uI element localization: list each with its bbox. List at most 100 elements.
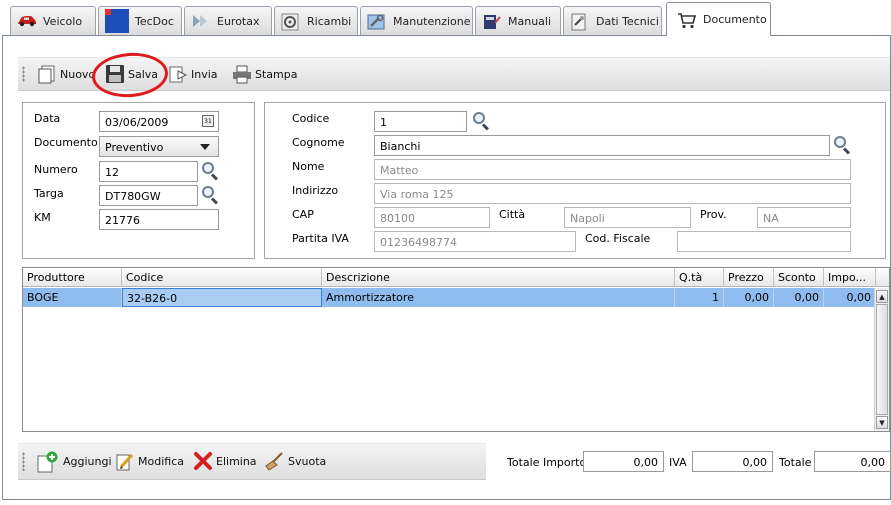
tab-label: Manuali <box>508 14 552 28</box>
surname-field[interactable]: Bianchi <box>374 135 830 156</box>
number-field[interactable]: 12 <box>99 161 198 182</box>
send-document-icon <box>168 64 188 84</box>
plate-field[interactable]: DT780GW <box>99 185 198 206</box>
vat-number-field[interactable]: 01236498774 <box>374 231 576 252</box>
total-amount-label: Totale Importo <box>507 456 587 469</box>
customer-info-group: Codice 1 Cognome Bianchi Nome Matteo Ind… <box>264 102 886 259</box>
tab-label: Dati Tecnici <box>596 14 659 28</box>
search-plate-icon[interactable] <box>200 185 220 205</box>
cap-field[interactable]: 80100 <box>374 207 490 228</box>
new-document-icon <box>37 64 57 84</box>
column-header-amount[interactable]: Impo... <box>824 268 876 287</box>
search-customer-code-icon[interactable] <box>471 111 491 131</box>
tab-label: TecDoc <box>135 14 174 28</box>
printer-icon <box>232 64 252 84</box>
code-label: Codice <box>292 112 330 125</box>
total-field[interactable]: 0,00 <box>814 451 891 472</box>
cell-quantity[interactable]: 1 <box>675 288 724 307</box>
vat-field[interactable]: 0,00 <box>692 451 773 472</box>
column-header-code[interactable]: Codice <box>122 268 322 287</box>
tab-label: Documento <box>703 13 767 26</box>
tab-manutenzione[interactable]: Manutenzione <box>360 6 473 35</box>
document-type-label: Documento <box>34 136 98 149</box>
tab-label: Veicolo <box>43 14 83 28</box>
total-amount-field[interactable]: 0,00 <box>583 451 664 472</box>
scroll-up-icon[interactable]: ▲ <box>876 290 888 303</box>
column-header-quantity[interactable]: Q.tà <box>675 268 724 287</box>
maintenance-icon <box>367 13 387 30</box>
address-label: Indirizzo <box>292 184 339 197</box>
items-grid: Produttore Codice Descrizione Q.tà Prezz… <box>22 267 890 432</box>
cell-discount[interactable]: 0,00 <box>774 288 824 307</box>
vat-label: IVA <box>669 456 687 469</box>
edit-button[interactable]: Modifica <box>115 451 184 471</box>
province-field[interactable]: NA <box>757 207 851 228</box>
search-surname-icon[interactable] <box>832 135 852 155</box>
new-button[interactable]: Nuovo <box>37 64 95 84</box>
tecdoc-logo-icon <box>105 9 129 33</box>
tab-label: Ricambi <box>307 14 352 28</box>
plate-label: Targa <box>34 187 64 200</box>
tax-code-label: Cod. Fiscale <box>585 232 651 245</box>
tab-documento[interactable]: Documento <box>666 2 771 36</box>
car-icon <box>17 13 37 29</box>
delete-button[interactable]: Elimina <box>193 451 257 471</box>
pencil-edit-icon <box>115 451 135 471</box>
cell-code[interactable]: 32-B26-0 <box>122 288 322 307</box>
city-label: Città <box>499 208 526 221</box>
document-info-group: Data 03/06/2009 31 Documento Preventivo … <box>22 102 255 259</box>
cell-description[interactable]: Ammortizzatore <box>322 288 675 307</box>
km-field[interactable]: 21776 <box>99 209 219 230</box>
vertical-scrollbar[interactable]: ▲ ▼ <box>874 288 889 431</box>
date-label: Data <box>34 112 61 125</box>
column-header-producer[interactable]: Produttore <box>23 268 122 287</box>
address-field[interactable]: Via roma 125 <box>374 183 851 204</box>
add-button[interactable]: Aggiungi <box>36 451 112 473</box>
tab-tecdoc[interactable]: TecDoc <box>98 6 182 35</box>
toolbar-grip[interactable] <box>22 66 25 82</box>
tab-eurotax[interactable]: Eurotax <box>184 6 272 35</box>
total-label: Totale <box>779 456 812 469</box>
table-row[interactable]: BOGE 32-B26-0 Ammortizzatore 1 0,00 0,00… <box>23 288 876 307</box>
toolbar-grip[interactable] <box>22 452 25 471</box>
cell-price[interactable]: 0,00 <box>724 288 774 307</box>
vat-number-label: Partita IVA <box>292 232 349 245</box>
tab-manuali[interactable]: Manuali <box>475 6 561 35</box>
calendar-icon[interactable]: 31 <box>202 115 214 127</box>
km-label: KM <box>34 211 51 224</box>
tax-code-field[interactable] <box>677 231 851 252</box>
tab-label: Eurotax <box>217 14 260 28</box>
tab-ricambi[interactable]: Ricambi <box>274 6 358 35</box>
red-x-delete-icon <box>193 451 213 471</box>
date-field[interactable]: 03/06/2009 31 <box>99 111 219 132</box>
clear-button[interactable]: Svuota <box>263 451 326 471</box>
scroll-down-icon[interactable]: ▼ <box>876 416 888 429</box>
add-document-icon <box>36 451 60 473</box>
cell-producer[interactable]: BOGE <box>23 288 122 307</box>
scrollbar-thumb[interactable] <box>876 304 888 415</box>
eurotax-icon <box>191 13 211 29</box>
technical-data-icon <box>570 13 590 31</box>
column-header-description[interactable]: Descrizione <box>322 268 675 287</box>
broom-icon <box>263 451 285 471</box>
chevron-down-icon <box>200 144 210 150</box>
tab-dati-tecnici[interactable]: Dati Tecnici <box>563 6 662 35</box>
send-button[interactable]: Invia <box>168 64 218 84</box>
search-number-icon[interactable] <box>200 161 220 181</box>
column-header-discount[interactable]: Sconto <box>774 268 824 287</box>
document-type-select[interactable]: Preventivo <box>99 136 219 157</box>
cell-amount[interactable]: 0,00 <box>824 288 876 307</box>
number-label: Numero <box>34 163 78 176</box>
grid-header: Produttore Codice Descrizione Q.tà Prezz… <box>23 268 889 287</box>
name-field[interactable]: Matteo <box>374 159 851 180</box>
tab-veicolo[interactable]: Veicolo <box>10 6 96 35</box>
column-header-price[interactable]: Prezzo <box>724 268 774 287</box>
cap-label: CAP <box>292 208 314 221</box>
city-field[interactable]: Napoli <box>564 207 691 228</box>
surname-label: Cognome <box>292 136 345 149</box>
customer-code-field[interactable]: 1 <box>374 111 467 132</box>
province-label: Prov. <box>700 208 727 221</box>
print-button[interactable]: Stampa <box>232 64 297 84</box>
spare-parts-icon <box>281 13 301 31</box>
name-label: Nome <box>292 160 325 173</box>
